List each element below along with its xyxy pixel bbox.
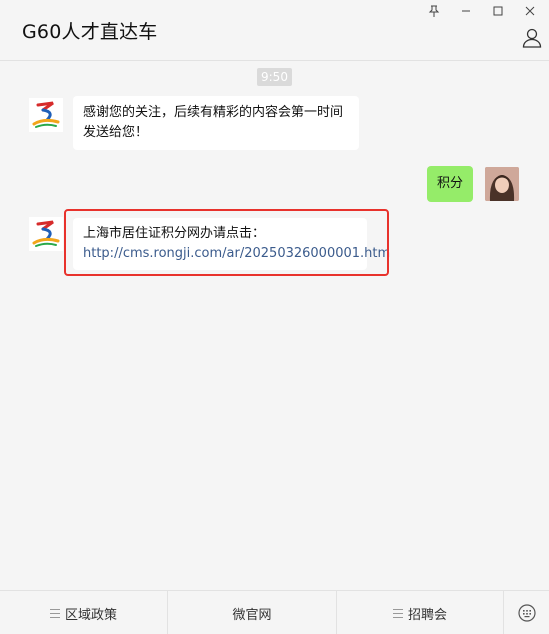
close-icon[interactable] xyxy=(519,2,541,20)
menu-item-label: 微官网 xyxy=(232,607,272,623)
title-bar: G60人才直达车 xyxy=(0,0,549,61)
keyboard-icon xyxy=(517,604,536,622)
message-text: 积分 xyxy=(437,176,464,191)
maximize-icon[interactable] xyxy=(487,2,509,20)
menu-item-regional-policy[interactable]: 区域政策 xyxy=(0,591,167,634)
highlight-box xyxy=(64,209,389,276)
keyboard-toggle-button[interactable] xyxy=(504,591,549,634)
user-photo-icon xyxy=(485,167,519,201)
pin-icon[interactable] xyxy=(423,2,445,20)
menu-item-job-fair[interactable]: 招聘会 xyxy=(337,591,503,634)
menu-item-label: 区域政策 xyxy=(64,607,117,623)
menu-list-icon xyxy=(392,608,403,618)
chat-info-icon[interactable] xyxy=(521,27,543,49)
message-area[interactable]: 9:50 感谢您的关注，后续有精彩的内容会第一时间发送给您！ 积分 上海市居住证… xyxy=(0,62,549,590)
message-timestamp: 9:50 xyxy=(257,68,292,86)
minimize-icon[interactable] xyxy=(455,2,477,20)
menu-list-icon xyxy=(49,608,60,618)
menu-item-label: 招聘会 xyxy=(407,607,447,623)
my-avatar[interactable] xyxy=(485,167,519,201)
my-message-bubble[interactable]: 积分 xyxy=(427,166,474,202)
bottom-menu: 区域政策 微官网 招聘会 xyxy=(0,590,549,634)
account-logo-icon xyxy=(32,220,60,247)
account-avatar[interactable] xyxy=(29,217,63,251)
message-text: 感谢您的关注，后续有精彩的内容会第一时间发送给您！ xyxy=(83,105,344,140)
chat-title: G60人才直达车 xyxy=(22,21,158,43)
account-avatar[interactable] xyxy=(29,98,63,132)
menu-item-micro-site[interactable]: 微官网 xyxy=(168,591,336,634)
message-bubble[interactable]: 感谢您的关注，后续有精彩的内容会第一时间发送给您！ xyxy=(73,96,359,150)
account-logo-icon xyxy=(32,101,60,128)
